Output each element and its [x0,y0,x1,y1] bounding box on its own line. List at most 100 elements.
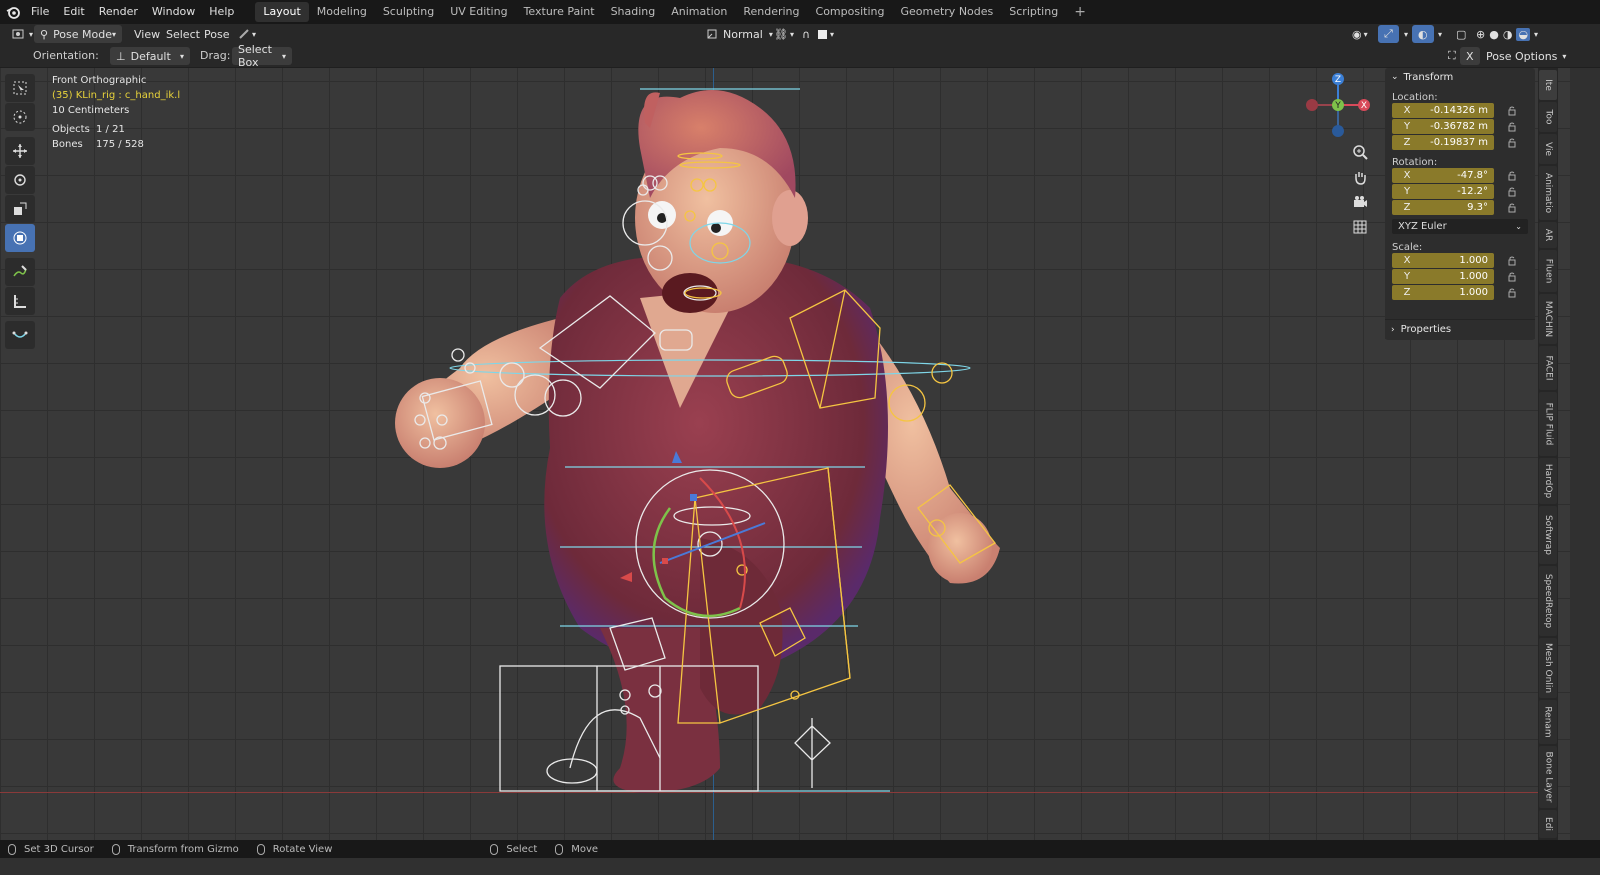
gizmo-toggle[interactable]: ⤢ [1378,25,1399,43]
tab-hardop[interactable]: HardOp [1539,458,1557,504]
view-nav-buttons [1348,140,1372,240]
location-x-field[interactable]: X -0.14326 m [1392,103,1494,118]
lock-icon[interactable] [1506,287,1518,299]
pan-hand-icon[interactable] [1348,165,1372,189]
tab-texture-paint[interactable]: Texture Paint [516,2,603,22]
tab-machin[interactable]: MACHIN [1539,294,1557,344]
zoom-icon[interactable] [1348,140,1372,164]
tab-uv-editing[interactable]: UV Editing [442,2,515,22]
scale-x-field[interactable]: X 1.000 [1392,253,1494,268]
rotate-tool[interactable] [5,166,35,194]
pose-extra-dropdown[interactable]: ▾ [232,25,262,43]
scale-y-field[interactable]: Y 1.000 [1392,269,1494,284]
tab-rendering[interactable]: Rendering [735,2,807,22]
material-shading-icon[interactable]: ◑ [1503,28,1513,41]
wireframe-shading-icon[interactable]: ⊕ [1476,28,1485,41]
tab-bone-layer[interactable]: Bone Layer [1539,746,1557,808]
tab-layout[interactable]: Layout [255,2,309,22]
annotate-tool[interactable] [5,258,35,286]
cursor-tool[interactable] [5,103,35,131]
scale-tool[interactable] [5,195,35,223]
rendered-shading-icon[interactable]: ◒ [1516,27,1531,41]
proportional-editing[interactable]: ▾ [812,25,840,43]
add-workspace-icon[interactable]: + [1066,2,1094,22]
pose-icon: ⛶ [1448,49,1456,62]
tab-fluent[interactable]: Fluen [1539,250,1557,292]
rotation-z-field[interactable]: Z 9.3° [1392,200,1494,215]
move-tool[interactable] [5,137,35,165]
overlays-toggle[interactable]: ◐ [1412,25,1434,43]
tab-view[interactable]: Vie [1539,134,1557,164]
camera-icon[interactable] [1348,190,1372,214]
orientation-label: Normal [723,27,763,41]
visibility-dropdown[interactable]: ◉ ▾ [1346,25,1374,43]
rotation-y-field[interactable]: Y -12.2° [1392,184,1494,199]
overlays-dropdown[interactable]: ▾ [1432,25,1448,43]
bone-pose-icon-button[interactable]: ⛶ [1442,47,1462,65]
lock-icon[interactable] [1506,186,1518,198]
tab-sculpting[interactable]: Sculpting [375,2,442,22]
tab-edit[interactable]: Edi [1539,810,1557,838]
lock-icon[interactable] [1506,137,1518,149]
shading-dropdown-icon[interactable]: ▾ [1534,30,1538,39]
mode-dropdown[interactable]: ⚲ Pose Mode ▾ [34,25,122,43]
lock-icon[interactable] [1506,255,1518,267]
transform-tool[interactable] [5,224,35,252]
tab-animation[interactable]: Animatio [1539,166,1557,220]
drag-dropdown[interactable]: Select Box ▾ [232,43,292,69]
tab-facei[interactable]: FACEI [1539,346,1557,390]
menu-edit[interactable]: Edit [56,0,91,24]
menu-pose[interactable]: Pose [198,25,235,43]
tab-rename[interactable]: Renam [1539,700,1557,744]
transform-header[interactable]: ⌄ Transform [1385,68,1535,86]
status-select: Select [490,843,537,855]
location-z-field[interactable]: Z -0.19837 m [1392,135,1494,150]
location-label: Location: [1392,92,1438,103]
tab-compositing[interactable]: Compositing [808,2,893,22]
solid-shading-icon[interactable]: ● [1489,28,1499,41]
menu-window[interactable]: Window [145,0,202,24]
move-icon [13,144,27,158]
tab-shading[interactable]: Shading [603,2,664,22]
3d-viewport[interactable] [0,68,1570,856]
navigation-gizmo[interactable]: Z X Y [1302,72,1374,140]
transform-orientation-dropdown[interactable]: Normal ▾ [700,25,779,43]
relax-tool[interactable] [5,321,35,349]
tab-ar[interactable]: AR [1539,222,1557,248]
lock-icon[interactable] [1506,202,1518,214]
menu-help[interactable]: Help [202,0,241,24]
active-bone: (35) KLin_rig : c_hand_ik.l [52,90,181,101]
tab-scripting[interactable]: Scripting [1001,2,1066,22]
tab-flip-fluid[interactable]: FLIP Fluid [1539,392,1557,456]
tab-tool[interactable]: Too [1539,102,1557,132]
cursor-select-icon [13,81,27,95]
location-y-field[interactable]: Y -0.36782 m [1392,119,1494,134]
blender-logo-icon[interactable] [2,1,24,23]
select-box-tool[interactable] [5,74,35,102]
grid-view-icon[interactable] [1348,215,1372,239]
tab-modeling[interactable]: Modeling [309,2,375,22]
tab-speedretop[interactable]: SpeedRetop [1539,566,1557,636]
tab-item[interactable]: Ite [1539,70,1557,100]
scale-z-field[interactable]: Z 1.000 [1392,285,1494,300]
tab-mesh-online[interactable]: Mesh Onlin [1539,638,1557,698]
properties-panel-header[interactable]: › Properties [1385,319,1535,339]
tab-animation[interactable]: Animation [663,2,735,22]
menu-render[interactable]: Render [92,0,145,24]
orientation-dropdown[interactable]: ⊥ Default ▾ [110,47,190,65]
sidebar-tabs: Ite Too Vie Animatio AR Fluen MACHIN FAC… [1538,68,1558,856]
lock-icon[interactable] [1506,105,1518,117]
lock-icon[interactable] [1506,170,1518,182]
pose-options-button[interactable]: Pose Options ▾ [1480,47,1572,65]
mirror-x-button[interactable]: X [1460,47,1480,65]
tab-softwrap[interactable]: Softwrap [1539,506,1557,564]
lock-icon[interactable] [1506,121,1518,133]
overlays-icon: ◐ [1418,27,1428,41]
pose-options-label: Pose Options [1486,49,1558,63]
menu-file[interactable]: File [24,0,56,24]
measure-tool[interactable] [5,287,35,315]
tab-geometry-nodes[interactable]: Geometry Nodes [892,2,1001,22]
lock-icon[interactable] [1506,271,1518,283]
rotation-mode-dropdown[interactable]: XYZ Euler ⌄ [1392,219,1528,234]
rotation-x-field[interactable]: X -47.8° [1392,168,1494,183]
